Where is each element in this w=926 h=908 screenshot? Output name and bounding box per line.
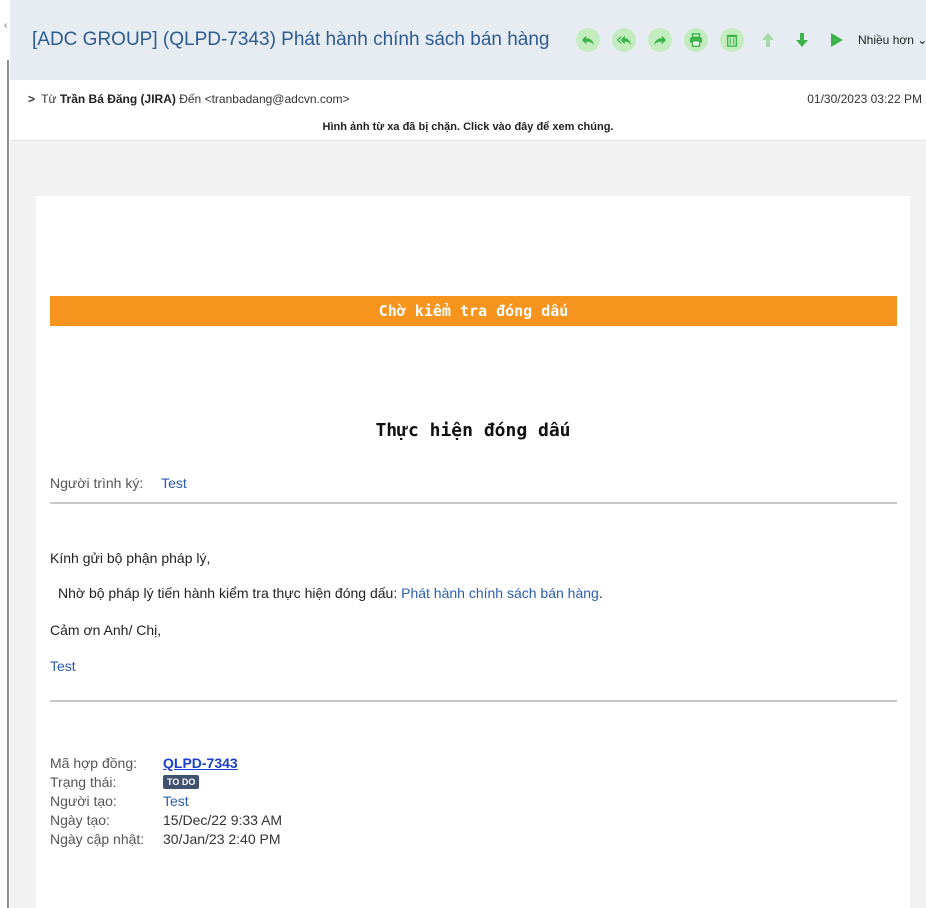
request-end: . xyxy=(598,585,603,601)
up-arrow-icon[interactable] xyxy=(756,28,780,52)
email-toolbar: Nhiều hơn ⌄ xyxy=(576,28,926,52)
divider xyxy=(50,700,897,702)
request-text: Nhờ bộ pháp lý tiến hành kiểm tra thực h… xyxy=(58,585,398,601)
sign-off-link[interactable]: Test xyxy=(50,658,76,674)
status-label: Trạng thái: xyxy=(50,773,117,790)
contract-link[interactable]: QLPD-7343 xyxy=(163,755,238,771)
greeting: Kính gửi bộ phận pháp lý, xyxy=(50,550,211,566)
window-divider xyxy=(7,60,9,908)
detail-row-created: Ngày tạo: 15/Dec/22 9:33 AM xyxy=(50,810,282,829)
from-prefix: Từ xyxy=(41,92,57,106)
to-prefix: Đến xyxy=(179,92,202,106)
reply-icon[interactable] xyxy=(576,28,600,52)
email-subject: [ADC GROUP] (QLPD-7343) Phát hành chính … xyxy=(32,29,550,50)
recipient-address: <tranbadang@adcvn.com> xyxy=(204,92,350,106)
blocked-images-notice[interactable]: Hình ảnh từ xa đã bị chặn. Click vào đây… xyxy=(10,121,926,133)
signer-label: Người trình ký: xyxy=(50,475,144,491)
email-header: [ADC GROUP] (QLPD-7343) Phát hành chính … xyxy=(10,0,926,81)
forward-icon[interactable] xyxy=(648,28,672,52)
detail-row-updated: Ngày cập nhật: 30/Jan/23 2:40 PM xyxy=(50,829,282,848)
print-icon[interactable] xyxy=(684,28,708,52)
created-value: 15/Dec/22 9:33 AM xyxy=(163,811,283,828)
content-title: Thực hiện đóng dấu xyxy=(375,420,571,441)
created-label: Ngày tạo: xyxy=(50,811,110,828)
chevron-right-icon[interactable]: > xyxy=(28,92,35,106)
detail-row-contract: Mã hợp đồng: QLPD-7343 xyxy=(50,753,282,772)
creator-label: Người tạo: xyxy=(50,792,117,809)
email-meta: > Từ Trần Bá Đăng (JIRA) Đến <tranbadang… xyxy=(10,80,926,141)
issue-details: Mã hợp đồng: QLPD-7343 Trạng thái: TO DO… xyxy=(50,753,282,848)
status-banner: Chờ kiểm tra đóng dấu xyxy=(50,296,897,326)
detail-row-status: Trạng thái: TO DO xyxy=(50,772,282,791)
status-badge: TO DO xyxy=(163,774,200,789)
updated-value: 30/Jan/23 2:40 PM xyxy=(163,830,281,847)
down-arrow-icon[interactable] xyxy=(790,28,814,52)
more-menu-button[interactable]: Nhiều hơn ⌄ xyxy=(858,33,926,47)
play-icon[interactable] xyxy=(824,28,848,52)
updated-label: Ngày cập nhật: xyxy=(50,830,145,847)
contract-label: Mã hợp đồng: xyxy=(50,754,138,771)
divider xyxy=(50,502,897,504)
detail-row-creator: Người tạo: Test xyxy=(50,791,282,810)
thanks-text: Cảm ơn Anh/ Chị, xyxy=(50,622,162,638)
email-card: Chờ kiểm tra đóng dấu Thực hiện đóng dấu… xyxy=(36,196,910,908)
sender-name: Trần Bá Đăng (JIRA) xyxy=(59,92,176,106)
signer-row: Người trình ký: Test xyxy=(50,475,187,491)
reply-all-icon[interactable] xyxy=(612,28,636,52)
email-date: 01/30/2023 03:22 PM xyxy=(807,92,922,106)
request-link[interactable]: Phát hành chính sách bán hàng xyxy=(401,585,599,601)
collapse-caret-icon[interactable]: ‹ xyxy=(4,20,7,31)
signer-link[interactable]: Test xyxy=(161,475,187,491)
sender-line[interactable]: > Từ Trần Bá Đăng (JIRA) Đến <tranbadang… xyxy=(28,92,350,106)
creator-link[interactable]: Test xyxy=(163,793,189,809)
request-line: Nhờ bộ pháp lý tiến hành kiểm tra thực h… xyxy=(58,585,603,601)
delete-icon[interactable] xyxy=(720,28,744,52)
